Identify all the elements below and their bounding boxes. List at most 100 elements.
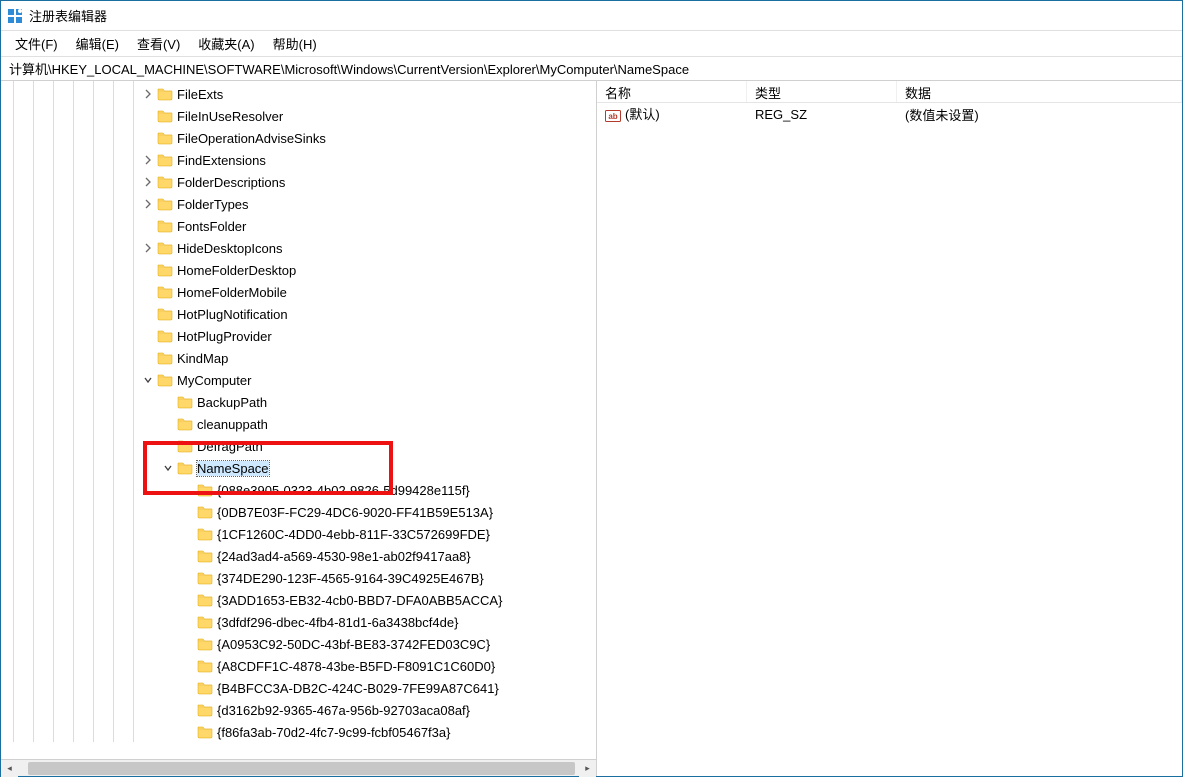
- tree-item-label: cleanuppath: [197, 417, 268, 432]
- tree-item-label: {24ad3ad4-a569-4530-98e1-ab02f9417aa8}: [217, 549, 471, 564]
- folder-icon: [197, 526, 213, 542]
- tree-pane: FileExts FileInUseResolverFileOperationAd…: [1, 81, 597, 776]
- tree-item-label: HomeFolderMobile: [177, 285, 287, 300]
- tree-item[interactable]: KindMap: [1, 347, 596, 369]
- chevron-down-icon[interactable]: [141, 373, 155, 387]
- col-header-type[interactable]: 类型: [747, 81, 897, 102]
- tree-item[interactable]: {3ADD1653-EB32-4cb0-BBD7-DFA0ABB5ACCA}: [1, 589, 596, 611]
- tree-item[interactable]: {B4BFCC3A-DB2C-424C-B029-7FE99A87C641}: [1, 677, 596, 699]
- address-path: 计算机\HKEY_LOCAL_MACHINE\SOFTWARE\Microsof…: [9, 59, 689, 78]
- chevron-right-icon[interactable]: [141, 153, 155, 167]
- tree-item[interactable]: FileOperationAdviseSinks: [1, 127, 596, 149]
- tree-item[interactable]: {A0953C92-50DC-43bf-BE83-3742FED03C9C}: [1, 633, 596, 655]
- scroll-right-button[interactable]: ▸: [579, 760, 596, 777]
- menu-help[interactable]: 帮助(H): [265, 32, 325, 55]
- tree-item-label: FindExtensions: [177, 153, 266, 168]
- folder-icon: [197, 548, 213, 564]
- menu-favorites[interactable]: 收藏夹(A): [190, 32, 262, 55]
- chevron-right-icon[interactable]: [141, 175, 155, 189]
- tree-item[interactable]: {d3162b92-9365-467a-956b-92703aca08af}: [1, 699, 596, 721]
- tree-item-label: FontsFolder: [177, 219, 246, 234]
- list-row[interactable]: ab(默认)REG_SZ(数值未设置): [597, 103, 1182, 125]
- window-title: 注册表编辑器: [29, 6, 107, 25]
- values-pane: 名称 类型 数据 ab(默认)REG_SZ(数值未设置): [597, 81, 1182, 776]
- tree-item[interactable]: DefragPath: [1, 435, 596, 457]
- titlebar: 注册表编辑器: [1, 1, 1182, 31]
- h-scrollbar[interactable]: ◂ ▸: [1, 759, 596, 776]
- tree-item[interactable]: {1CF1260C-4DD0-4ebb-811F-33C572699FDE}: [1, 523, 596, 545]
- tree-item-label: {0DB7E03F-FC29-4DC6-9020-FF41B59E513A}: [217, 505, 493, 520]
- folder-icon: [157, 218, 173, 234]
- tree-item-label: HotPlugProvider: [177, 329, 272, 344]
- value-type: REG_SZ: [747, 107, 897, 122]
- menu-view[interactable]: 查看(V): [129, 32, 188, 55]
- tree-item-label: HomeFolderDesktop: [177, 263, 296, 278]
- folder-icon: [197, 504, 213, 520]
- tree-item[interactable]: {A8CDFF1C-4878-43be-B5FD-F8091C1C60D0}: [1, 655, 596, 677]
- menu-edit[interactable]: 编辑(E): [68, 32, 127, 55]
- tree-item[interactable]: FolderDescriptions: [1, 171, 596, 193]
- tree-item[interactable]: NameSpace: [1, 457, 596, 479]
- tree-item-label: {374DE290-123F-4565-9164-39C4925E467B}: [217, 571, 484, 586]
- tree-item[interactable]: HomeFolderDesktop: [1, 259, 596, 281]
- folder-icon: [197, 570, 213, 586]
- chevron-right-icon[interactable]: [141, 87, 155, 101]
- tree-scroll[interactable]: FileExts FileInUseResolverFileOperationAd…: [1, 81, 596, 759]
- tree-item[interactable]: {374DE290-123F-4565-9164-39C4925E467B}: [1, 567, 596, 589]
- folder-icon: [157, 306, 173, 322]
- folder-icon: [197, 724, 213, 740]
- tree-item-label: FileExts: [177, 87, 223, 102]
- tree-item[interactable]: {f86fa3ab-70d2-4fc7-9c99-fcbf05467f3a}: [1, 721, 596, 743]
- tree-item[interactable]: MyComputer: [1, 369, 596, 391]
- chevron-right-icon[interactable]: [141, 197, 155, 211]
- tree-item[interactable]: HotPlugProvider: [1, 325, 596, 347]
- scroll-left-button[interactable]: ◂: [1, 760, 18, 777]
- tree-item-label: HotPlugNotification: [177, 307, 288, 322]
- tree-item-label: KindMap: [177, 351, 228, 366]
- tree-item-label: {A0953C92-50DC-43bf-BE83-3742FED03C9C}: [217, 637, 490, 652]
- scroll-thumb[interactable]: [28, 762, 575, 775]
- main-split: FileExts FileInUseResolverFileOperationAd…: [1, 81, 1182, 776]
- col-header-name[interactable]: 名称: [597, 81, 747, 102]
- folder-icon: [157, 86, 173, 102]
- chevron-right-icon[interactable]: [141, 241, 155, 255]
- scroll-track[interactable]: [18, 760, 579, 777]
- folder-icon: [157, 108, 173, 124]
- address-bar[interactable]: 计算机\HKEY_LOCAL_MACHINE\SOFTWARE\Microsof…: [1, 57, 1182, 81]
- chevron-down-icon[interactable]: [161, 461, 175, 475]
- folder-icon: [157, 152, 173, 168]
- app-icon: [7, 8, 23, 24]
- folder-icon: [177, 394, 193, 410]
- folder-icon: [197, 592, 213, 608]
- tree-item[interactable]: {0DB7E03F-FC29-4DC6-9020-FF41B59E513A}: [1, 501, 596, 523]
- tree-item-label: {B4BFCC3A-DB2C-424C-B029-7FE99A87C641}: [217, 681, 499, 696]
- tree-item[interactable]: FileInUseResolver: [1, 105, 596, 127]
- value-name-cell: ab(默认): [597, 104, 747, 124]
- tree-item[interactable]: {088e3905-0323-4b02-9826-5d99428e115f}: [1, 479, 596, 501]
- folder-icon: [157, 174, 173, 190]
- registry-tree[interactable]: FileExts FileInUseResolverFileOperationAd…: [1, 81, 596, 745]
- col-header-data[interactable]: 数据: [897, 81, 1182, 102]
- tree-item[interactable]: {24ad3ad4-a569-4530-98e1-ab02f9417aa8}: [1, 545, 596, 567]
- tree-item[interactable]: FileExts: [1, 83, 596, 105]
- folder-icon: [177, 416, 193, 432]
- tree-item[interactable]: HomeFolderMobile: [1, 281, 596, 303]
- folder-icon: [197, 636, 213, 652]
- menu-file[interactable]: 文件(F): [7, 32, 66, 55]
- tree-item-label: HideDesktopIcons: [177, 241, 283, 256]
- folder-icon: [177, 438, 193, 454]
- folder-icon: [177, 460, 193, 476]
- folder-icon: [197, 658, 213, 674]
- tree-item[interactable]: FontsFolder: [1, 215, 596, 237]
- folder-icon: [197, 614, 213, 630]
- tree-item[interactable]: cleanuppath: [1, 413, 596, 435]
- tree-item[interactable]: HotPlugNotification: [1, 303, 596, 325]
- tree-item[interactable]: FolderTypes: [1, 193, 596, 215]
- tree-item-label: {3dfdf296-dbec-4fb4-81d1-6a3438bcf4de}: [217, 615, 458, 630]
- tree-item[interactable]: HideDesktopIcons: [1, 237, 596, 259]
- list-body: ab(默认)REG_SZ(数值未设置): [597, 103, 1182, 125]
- tree-item[interactable]: BackupPath: [1, 391, 596, 413]
- tree-item[interactable]: {3dfdf296-dbec-4fb4-81d1-6a3438bcf4de}: [1, 611, 596, 633]
- tree-item[interactable]: FindExtensions: [1, 149, 596, 171]
- tree-item-label: MyComputer: [177, 373, 251, 388]
